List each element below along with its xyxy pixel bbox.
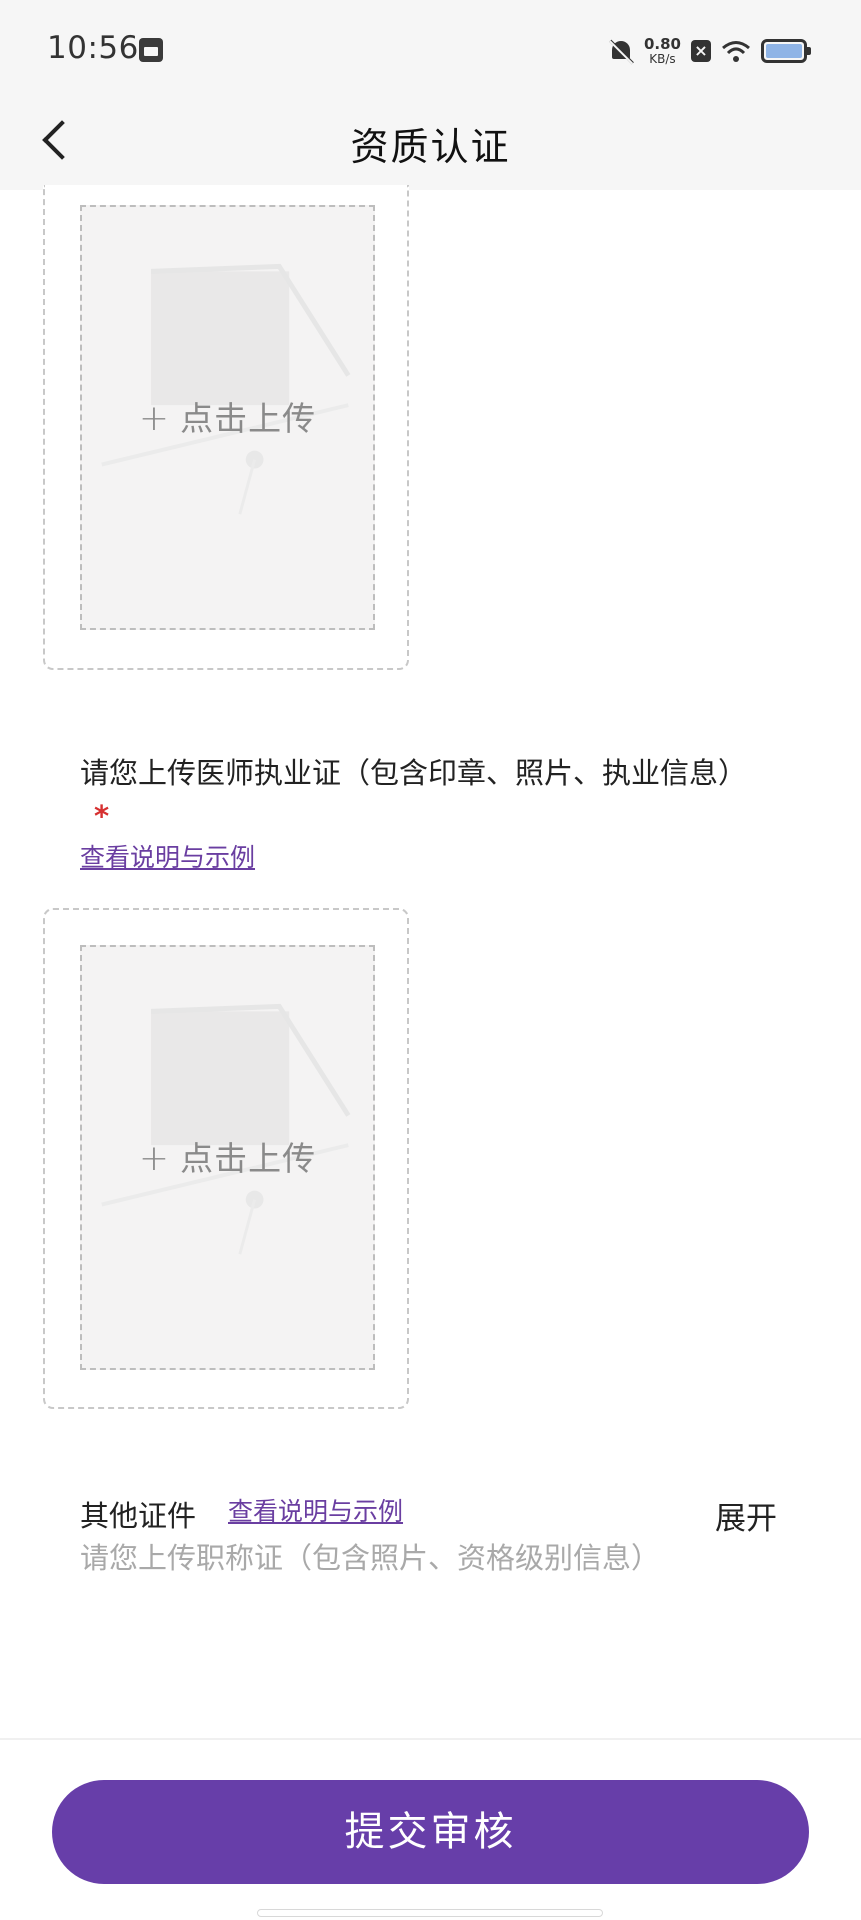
status-icons: 0.80 KB/s × — [608, 34, 811, 68]
submit-review-button[interactable]: 提交审核 — [52, 1780, 809, 1884]
home-indicator[interactable] — [257, 1909, 603, 1917]
upload-placeholder: + 点击上传 — [80, 945, 375, 1370]
net-speed-value: 0.80 — [643, 34, 681, 53]
required-mark: * — [94, 799, 110, 833]
bottom-divider — [0, 1738, 861, 1740]
header-area: 10:56 0.80 KB/s × 资质认证 — [0, 0, 861, 190]
upload-label: + 点击上传 — [138, 1138, 317, 1179]
license-section-title: 请您上传医师执业证（包含印章、照片、执业信息）* — [80, 756, 748, 833]
net-speed-unit: KB/s — [649, 51, 676, 66]
upload-label: + 点击上传 — [138, 398, 317, 439]
license-example-link[interactable]: 查看说明与示例 — [80, 838, 255, 874]
x-box-icon: × — [691, 40, 711, 62]
plus-icon: + — [138, 1138, 171, 1179]
nav-bar: 资质认证 — [0, 100, 861, 190]
upload-box-license[interactable]: + 点击上传 — [43, 908, 409, 1409]
page-title: 资质认证 — [350, 125, 511, 169]
other-docs-hint: 请您上传职称证（包含照片、资格级别信息） — [80, 1541, 661, 1575]
expand-button[interactable]: 展开 — [715, 1493, 777, 1538]
wifi-icon — [722, 41, 750, 62]
bell-muted-icon — [608, 38, 634, 65]
status-time: 10:56 — [47, 30, 139, 66]
app-calendar-icon — [139, 38, 163, 62]
status-bar: 10:56 0.80 KB/s × — [0, 0, 861, 100]
plus-icon: + — [138, 398, 171, 439]
upload-box-1[interactable]: + 点击上传 — [43, 185, 409, 670]
other-docs-title: 其他证件 — [80, 1499, 197, 1533]
upload-placeholder: + 点击上传 — [80, 205, 375, 630]
battery-icon — [761, 39, 811, 63]
other-docs-example-link[interactable]: 查看说明与示例 — [228, 1492, 403, 1528]
net-speed: 0.80 KB/s — [643, 34, 681, 66]
